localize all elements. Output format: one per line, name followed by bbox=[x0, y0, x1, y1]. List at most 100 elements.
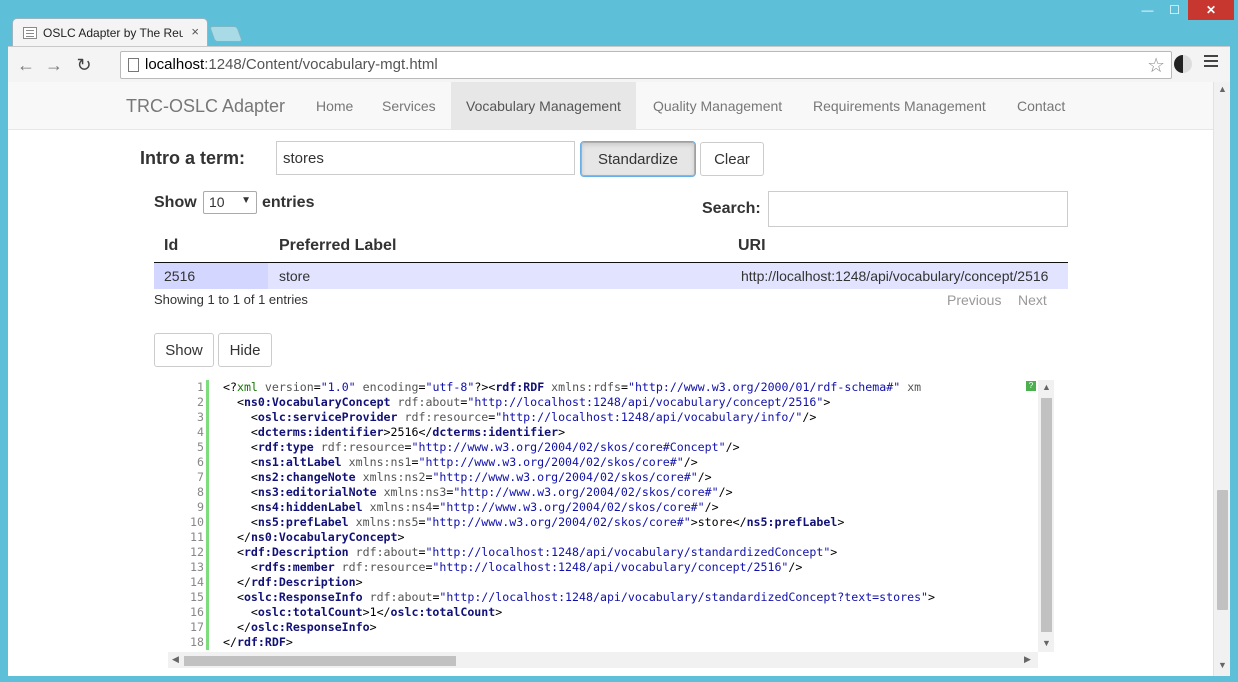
code-line: </ns0:VocabularyConcept> bbox=[236, 530, 405, 544]
bookmark-star-icon[interactable]: ☆ bbox=[1147, 53, 1165, 78]
url-host: localhost bbox=[145, 56, 205, 73]
column-header-uri[interactable]: URI bbox=[738, 237, 766, 255]
scroll-right-icon[interactable]: ▶ bbox=[1024, 654, 1031, 665]
standardize-button[interactable]: Standardize bbox=[580, 141, 696, 177]
maximize-button[interactable]: ☐ bbox=[1161, 0, 1188, 20]
nav-home[interactable]: Home bbox=[301, 82, 368, 130]
column-header-id[interactable]: Id bbox=[164, 237, 178, 255]
table-info: Showing 1 to 1 of 1 entries bbox=[154, 292, 308, 307]
search-label: Search: bbox=[702, 200, 761, 217]
address-bar[interactable]: localhost:1248/Content/vocabulary-mgt.ht… bbox=[120, 51, 1172, 79]
table-search-input[interactable] bbox=[768, 191, 1068, 227]
tab-close-icon[interactable]: × bbox=[191, 24, 199, 39]
nav-vocabulary-management[interactable]: Vocabulary Management bbox=[451, 82, 636, 130]
reload-button[interactable]: ↻ bbox=[72, 53, 96, 77]
editor-status-icon: ? bbox=[1026, 381, 1036, 391]
code-line: <oslc:ResponseInfo rdf:about="http://loc… bbox=[236, 590, 936, 604]
code-line: <oslc:serviceProvider rdf:resource="http… bbox=[250, 410, 817, 424]
code-line: <?xml version="1.0" encoding="utf-8"?><r… bbox=[223, 380, 922, 394]
table-row[interactable]: 2516 store http://localhost:1248/api/voc… bbox=[154, 263, 1068, 289]
code-line: <ns4:hiddenLabel xmlns:ns4="http://www.w… bbox=[250, 500, 719, 514]
scroll-down-icon[interactable]: ▼ bbox=[1218, 660, 1227, 670]
back-button[interactable]: ← bbox=[14, 53, 38, 77]
line-number-gutter: 1 2 3 4 5 6 7 8 9 10 11 12 13 14 15 16 17 18 bbox=[168, 380, 204, 650]
url-text[interactable]: localhost:1248/Content/vocabulary-mgt.ht… bbox=[145, 56, 438, 73]
rdf-code-editor[interactable]: 1 2 3 4 5 6 7 8 9 10 11 12 13 14 15 16 17 18 <?xml versio… bbox=[168, 380, 1054, 668]
scroll-thumb[interactable] bbox=[1041, 398, 1052, 632]
code-line: <ns2:changeNote xmlns:ns2="http://www.w3… bbox=[250, 470, 712, 484]
scroll-thumb[interactable] bbox=[184, 656, 456, 666]
page-viewport: TRC-OSLC Adapter Home Services Vocabular… bbox=[8, 82, 1230, 676]
scroll-left-icon[interactable]: ◀ bbox=[172, 654, 179, 665]
show-label: Show bbox=[154, 194, 197, 211]
code-line: <rdfs:member rdf:resource="http://localh… bbox=[250, 560, 803, 574]
window-controls: — ☐ ✕ bbox=[1134, 0, 1234, 20]
minimize-button[interactable]: — bbox=[1134, 0, 1161, 20]
dropdown-caret-icon: ▼ bbox=[241, 195, 251, 206]
next-button[interactable]: Next bbox=[1018, 292, 1047, 308]
results-table: Id Preferred Label URI 2516 store http:/… bbox=[154, 232, 1068, 289]
cell-uri: http://localhost:1248/api/vocabulary/con… bbox=[741, 268, 1049, 284]
brand[interactable]: TRC-OSLC Adapter bbox=[126, 96, 285, 117]
previous-button[interactable]: Previous bbox=[947, 292, 1001, 308]
line-number: 10 bbox=[190, 515, 204, 529]
page-icon bbox=[23, 27, 37, 39]
line-number: 6 bbox=[197, 455, 204, 469]
table-header: Id Preferred Label URI bbox=[154, 232, 1068, 263]
nav-services[interactable]: Services bbox=[367, 82, 451, 130]
cell-preferred-label: store bbox=[279, 268, 311, 284]
browser-window: OSLC Adapter by The Reu × — ☐ ✕ ← → ↻ lo… bbox=[0, 0, 1238, 682]
entries-label: entries bbox=[262, 194, 315, 211]
nav-requirements-management[interactable]: Requirements Management bbox=[798, 82, 1001, 130]
browser-tab[interactable]: OSLC Adapter by The Reu × bbox=[12, 18, 208, 46]
line-number: 12 bbox=[190, 545, 204, 559]
line-number: 8 bbox=[197, 485, 204, 499]
page-icon bbox=[128, 58, 139, 72]
show-rdf-button[interactable]: Show bbox=[154, 333, 214, 367]
line-number: 9 bbox=[197, 500, 204, 514]
browser-toolbar: ← → ↻ localhost:1248/Content/vocabulary-… bbox=[8, 46, 1230, 82]
line-number: 2 bbox=[197, 395, 204, 409]
site-navbar: TRC-OSLC Adapter Home Services Vocabular… bbox=[8, 82, 1213, 130]
gutter-change-marker bbox=[206, 380, 209, 650]
clear-button[interactable]: Clear bbox=[700, 142, 764, 176]
scroll-up-icon[interactable]: ▲ bbox=[1218, 84, 1227, 94]
line-number: 3 bbox=[197, 410, 204, 424]
code-line: </oslc:ResponseInfo> bbox=[236, 620, 377, 634]
scroll-thumb[interactable] bbox=[1217, 490, 1228, 610]
code-line: </rdf:RDF> bbox=[223, 635, 293, 649]
page-vertical-scrollbar[interactable]: ▲ ▼ bbox=[1213, 82, 1230, 676]
code-line: </rdf:Description> bbox=[236, 575, 363, 589]
line-number: 4 bbox=[197, 425, 204, 439]
nav-quality-management[interactable]: Quality Management bbox=[638, 82, 797, 130]
line-number: 16 bbox=[190, 605, 204, 619]
scroll-down-icon[interactable]: ▼ bbox=[1042, 638, 1051, 648]
scroll-up-icon[interactable]: ▲ bbox=[1042, 382, 1051, 392]
line-number: 15 bbox=[190, 590, 204, 604]
line-number: 1 bbox=[197, 380, 204, 394]
menu-icon[interactable] bbox=[1204, 55, 1218, 69]
close-window-button[interactable]: ✕ bbox=[1188, 0, 1234, 20]
line-number: 7 bbox=[197, 470, 204, 484]
code-line: <rdf:type rdf:resource="http://www.w3.or… bbox=[250, 440, 740, 454]
code-line: <dcterms:identifier>2516</dcterms:identi… bbox=[250, 425, 566, 439]
nav-contact[interactable]: Contact bbox=[1002, 82, 1080, 130]
page-size-select[interactable]: 10 ▼ bbox=[203, 191, 257, 214]
editor-vertical-scrollbar[interactable]: ▲ ▼ bbox=[1038, 380, 1054, 652]
line-number: 18 bbox=[190, 635, 204, 649]
code-line: <ns5:prefLabel xmlns:ns5="http://www.w3.… bbox=[250, 515, 845, 529]
line-number: 13 bbox=[190, 560, 204, 574]
extension-icon[interactable] bbox=[1174, 55, 1192, 73]
forward-button[interactable]: → bbox=[42, 53, 66, 77]
editor-horizontal-scrollbar[interactable]: ◀ ▶ bbox=[168, 652, 1038, 668]
hide-rdf-button[interactable]: Hide bbox=[218, 333, 272, 367]
term-input[interactable] bbox=[276, 141, 575, 175]
url-path: :1248/Content/vocabulary-mgt.html bbox=[204, 56, 438, 73]
column-header-preferred-label[interactable]: Preferred Label bbox=[279, 237, 396, 255]
code-line: <rdf:Description rdf:about="http://local… bbox=[236, 545, 838, 559]
line-number: 5 bbox=[197, 440, 204, 454]
code-line: <oslc:totalCount>1</oslc:totalCount> bbox=[250, 605, 503, 619]
new-tab-button[interactable] bbox=[209, 26, 243, 42]
code-line: <ns0:VocabularyConcept rdf:about="http:/… bbox=[236, 395, 831, 409]
line-number: 17 bbox=[190, 620, 204, 634]
